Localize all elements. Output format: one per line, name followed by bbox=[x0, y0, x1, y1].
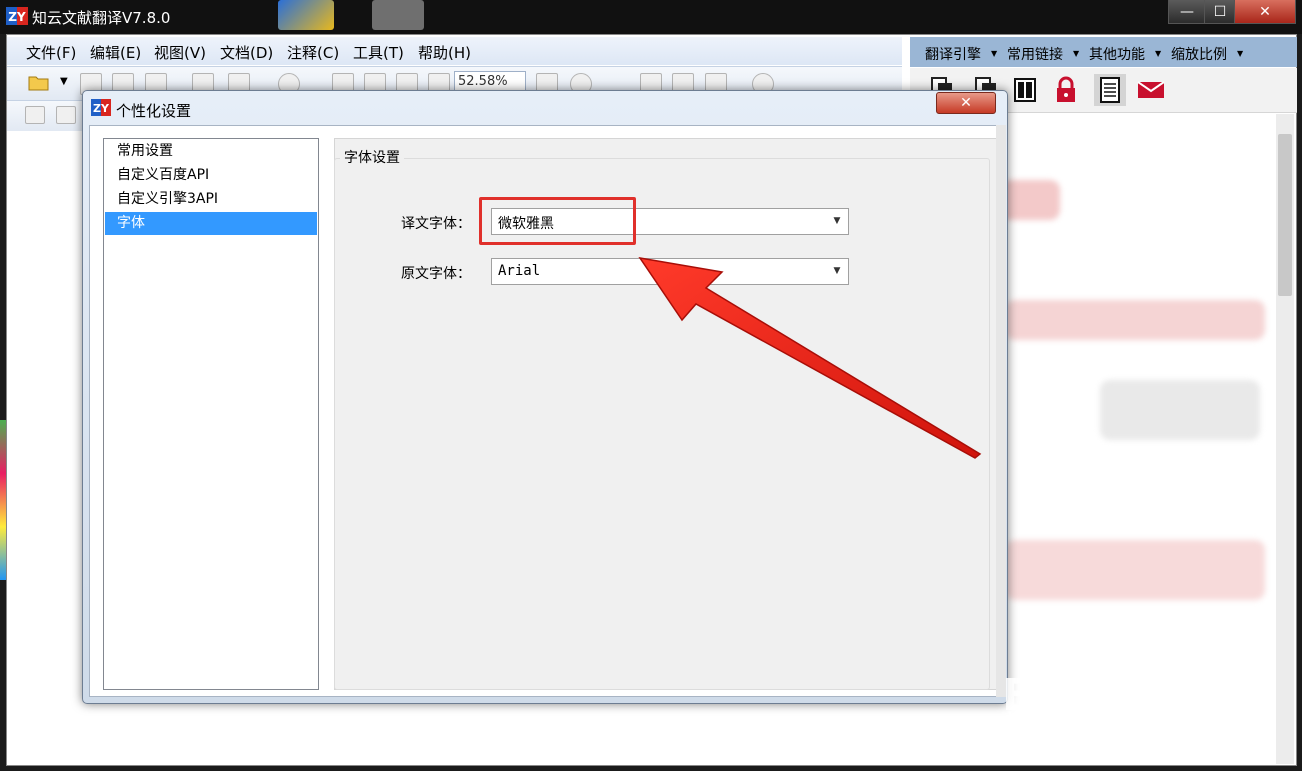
chevron-down-icon[interactable]: ▼ bbox=[60, 76, 68, 87]
minimize-button[interactable]: — bbox=[1168, 0, 1206, 24]
nav-item-engine3-api[interactable]: 自定义引擎3API bbox=[105, 188, 317, 211]
watermark-url: jingyan.baidu.com bbox=[1006, 708, 1246, 738]
nav-item-font[interactable]: 字体 bbox=[105, 212, 317, 235]
source-font-label: 原文字体： bbox=[401, 266, 471, 282]
text-tool-icon[interactable] bbox=[56, 106, 76, 124]
chevron-down-icon: ▼ bbox=[1155, 49, 1162, 58]
scrollbar-thumb[interactable] bbox=[1278, 134, 1292, 296]
split-view-icon[interactable] bbox=[1013, 76, 1037, 104]
desktop-icon bbox=[372, 0, 424, 30]
mail-icon[interactable] bbox=[1136, 76, 1166, 104]
open-folder-icon[interactable] bbox=[28, 74, 52, 92]
menu-tools[interactable]: 工具(T) bbox=[353, 42, 404, 63]
nav-item-baidu-api[interactable]: 自定义百度API bbox=[105, 164, 317, 187]
menu-other-functions[interactable]: 其他功能 bbox=[1089, 44, 1145, 64]
nav-item-general[interactable]: 常用设置 bbox=[105, 140, 317, 163]
app-logo: ZY bbox=[6, 7, 28, 25]
chevron-down-icon: ▼ bbox=[991, 49, 998, 58]
dialog-logo-text: ZY bbox=[93, 102, 110, 115]
menu-common-links[interactable]: 常用链接 bbox=[1007, 44, 1063, 64]
menu-view[interactable]: 视图(V) bbox=[154, 42, 206, 63]
menu-edit[interactable]: 编辑(E) bbox=[90, 42, 141, 63]
menu-document[interactable]: 文档(D) bbox=[220, 42, 273, 63]
dialog-title: 个性化设置 bbox=[116, 102, 192, 120]
blurred-content bbox=[1000, 180, 1060, 220]
source-font-value: Arial bbox=[498, 263, 541, 279]
menu-translate-engine[interactable]: 翻译引擎 bbox=[925, 44, 981, 64]
menu-file[interactable]: 文件(F) bbox=[26, 42, 76, 63]
chevron-down-icon: ▼ bbox=[1073, 49, 1080, 58]
app-logo-text: ZY bbox=[8, 10, 26, 24]
menu-annotate[interactable]: 注释(C) bbox=[287, 42, 339, 63]
dialog-resize-edge bbox=[996, 125, 1006, 697]
lock-icon[interactable] bbox=[1054, 76, 1078, 104]
menu-zoom-ratio[interactable]: 缩放比例 bbox=[1171, 44, 1227, 64]
group-title: 字体设置 bbox=[340, 147, 404, 167]
dialog-logo: ZY bbox=[91, 99, 111, 116]
maximize-button[interactable]: ☐ bbox=[1204, 0, 1236, 24]
dialog-close-button[interactable]: ✕ bbox=[936, 92, 996, 114]
menu-help[interactable]: 帮助(H) bbox=[418, 42, 471, 63]
chevron-down-icon[interactable]: ▼ bbox=[830, 214, 844, 229]
annotation-arrow bbox=[638, 256, 982, 459]
blurred-content bbox=[1005, 300, 1265, 340]
close-button[interactable]: ✕ bbox=[1234, 0, 1296, 24]
blurred-content bbox=[1005, 540, 1265, 600]
document-icon[interactable] bbox=[1094, 74, 1126, 106]
chevron-down-icon: ▼ bbox=[1237, 49, 1244, 58]
translation-font-label: 译文字体： bbox=[401, 216, 471, 232]
desktop-icon bbox=[278, 0, 334, 30]
title-bar bbox=[0, 0, 1302, 34]
app-title: 知云文献翻译V7.8.0 bbox=[32, 9, 171, 27]
annotation-highlight-box bbox=[479, 197, 636, 245]
comment-icon[interactable] bbox=[25, 106, 45, 124]
blurred-content bbox=[1100, 380, 1260, 440]
